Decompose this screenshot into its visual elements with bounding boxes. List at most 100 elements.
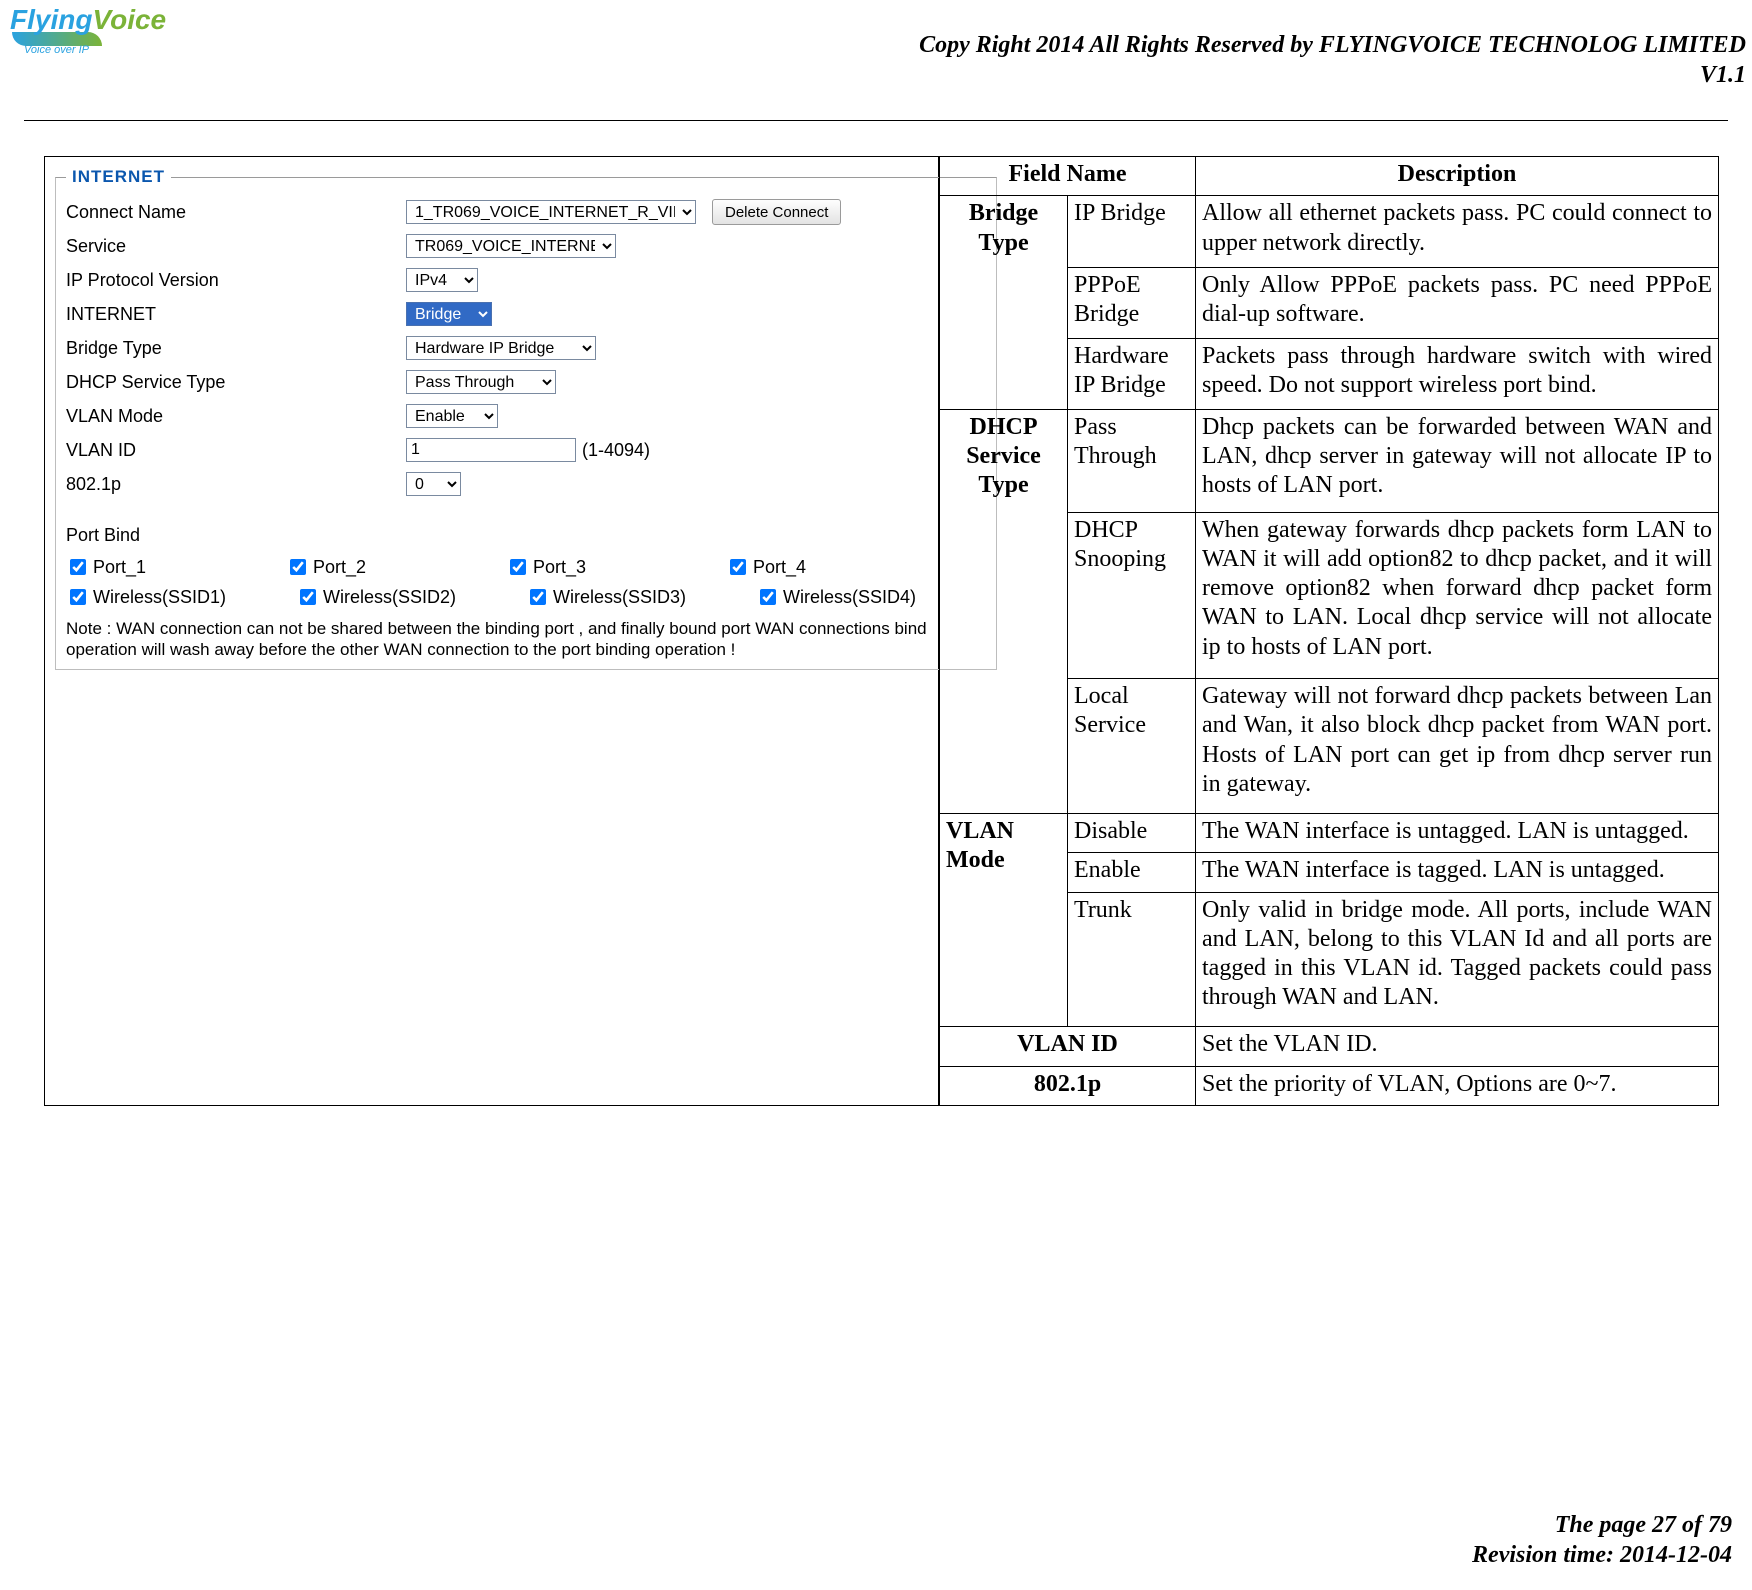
vlan-mode-select[interactable]: Enable (406, 404, 498, 428)
settings-screenshot: INTERNET Connect Name 1_TR069_VOICE_INTE… (44, 156, 939, 1106)
ip-version-select[interactable]: IPv4 (406, 268, 478, 292)
version-text: V1.1 (919, 60, 1746, 90)
document-page: FlyingVoice Voice over IP Copy Right 201… (0, 0, 1752, 1590)
cell-8021p-desc: Set the priority of VLAN, Options are 0~… (1196, 1066, 1719, 1105)
footer-revision: Revision time: 2014-12-04 (1472, 1542, 1732, 1568)
cell-snoop: DHCP Snooping (1068, 512, 1196, 678)
group-vlan-mode: VLAN Mode (940, 813, 1068, 1026)
table-row: VLAN ID Set the VLAN ID. (940, 1027, 1719, 1066)
delete-connect-button[interactable]: Delete Connect (712, 199, 841, 225)
label-8021p: 802.1p (66, 474, 406, 495)
connect-name-select[interactable]: 1_TR069_VOICE_INTERNET_R_VID_ (406, 200, 696, 224)
cell-enable-desc: The WAN interface is tagged. LAN is unta… (1196, 853, 1719, 892)
ssid-2-checkbox[interactable] (300, 589, 316, 605)
port-bind-section: Port Bind Port_1 Port_2 Port_3 (66, 525, 986, 661)
port-4-checkbox[interactable] (730, 559, 746, 575)
footer-page: The page 27 of 79 (1555, 1512, 1732, 1538)
row-vlan-id: VLAN ID (1-4094) (66, 433, 986, 467)
port-4-label: Port_4 (753, 557, 806, 578)
port-bind-row-2: Wireless(SSID1) Wireless(SSID2) Wireless… (66, 582, 986, 612)
port-1-checkbox[interactable] (70, 559, 86, 575)
table-row: VLAN Mode Disable The WAN interface is u… (940, 813, 1719, 852)
cell-disable: Disable (1068, 813, 1196, 852)
cell-vlanid-desc: Set the VLAN ID. (1196, 1027, 1719, 1066)
group-8021p: 802.1p (940, 1066, 1196, 1105)
cell-pass-desc: Dhcp packets can be forwarded between WA… (1196, 409, 1719, 512)
th-field: Field Name (940, 157, 1196, 196)
label-bridge-type: Bridge Type (66, 338, 406, 359)
description-table: Field Name Description Bridge Type IP Br… (939, 156, 1719, 1106)
table-row: DHCP Service Type Pass Through Dhcp pack… (940, 409, 1719, 512)
ssid-4-checkbox[interactable] (760, 589, 776, 605)
cell-pppoe-desc: Only Allow PPPoE packets pass. PC need P… (1196, 267, 1719, 338)
group-vlan-id: VLAN ID (940, 1027, 1196, 1066)
vlan-id-range: (1-4094) (582, 440, 650, 461)
cell-hwip-desc: Packets pass through hardware switch wit… (1196, 338, 1719, 409)
port-4: Port_4 (726, 556, 946, 578)
cell-ipbridge-desc: Allow all ethernet packets pass. PC coul… (1196, 196, 1719, 267)
service-select[interactable]: TR069_VOICE_INTERNET (406, 234, 616, 258)
ssid-2: Wireless(SSID2) (296, 586, 526, 608)
port-bind-row-1: Port_1 Port_2 Port_3 Port_4 (66, 552, 986, 582)
internet-fieldset: INTERNET Connect Name 1_TR069_VOICE_INTE… (55, 167, 997, 670)
ssid-1-checkbox[interactable] (70, 589, 86, 605)
header-right: Copy Right 2014 All Rights Reserved by F… (919, 30, 1746, 90)
port-2: Port_2 (286, 556, 506, 578)
cell-local-desc: Gateway will not forward dhcp packets be… (1196, 679, 1719, 814)
port-3: Port_3 (506, 556, 726, 578)
row-dhcp: DHCP Service Type Pass Through (66, 365, 986, 399)
cell-disable-desc: The WAN interface is untagged. LAN is un… (1196, 813, 1719, 852)
port-2-checkbox[interactable] (290, 559, 306, 575)
port-3-checkbox[interactable] (510, 559, 526, 575)
table-header-row: Field Name Description (940, 157, 1719, 196)
internet-legend: INTERNET (66, 167, 171, 187)
port-3-label: Port_3 (533, 557, 586, 578)
priority-8021p-select[interactable]: 0 (406, 472, 461, 496)
cell-pass: Pass Through (1068, 409, 1196, 512)
internet-mode-select[interactable]: Bridge (406, 302, 492, 326)
cell-snoop-desc: When gateway forwards dhcp packets form … (1196, 512, 1719, 678)
ssid-4-label: Wireless(SSID4) (783, 587, 916, 608)
cell-enable: Enable (1068, 853, 1196, 892)
row-vlan-mode: VLAN Mode Enable (66, 399, 986, 433)
label-dhcp: DHCP Service Type (66, 372, 406, 393)
group-bridge-type: Bridge Type (940, 196, 1068, 409)
row-8021p: 802.1p 0 (66, 467, 986, 501)
content-row: INTERNET Connect Name 1_TR069_VOICE_INTE… (44, 156, 1740, 1106)
bridge-type-select[interactable]: Hardware IP Bridge (406, 336, 596, 360)
cell-ipbridge: IP Bridge (1068, 196, 1196, 267)
ssid-1: Wireless(SSID1) (66, 586, 296, 608)
cell-trunk-desc: Only valid in bridge mode. All ports, in… (1196, 892, 1719, 1027)
port-2-label: Port_2 (313, 557, 366, 578)
cell-hwip: Hardware IP Bridge (1068, 338, 1196, 409)
brand-name-a: Flying (10, 4, 92, 35)
row-service: Service TR069_VOICE_INTERNET (66, 229, 986, 263)
label-service: Service (66, 236, 406, 257)
row-bridge-type: Bridge Type Hardware IP Bridge (66, 331, 986, 365)
label-ipver: IP Protocol Version (66, 270, 406, 291)
label-vlan-mode: VLAN Mode (66, 406, 406, 427)
row-connect: Connect Name 1_TR069_VOICE_INTERNET_R_VI… (66, 195, 986, 229)
ssid-1-label: Wireless(SSID1) (93, 587, 226, 608)
ssid-3-label: Wireless(SSID3) (553, 587, 686, 608)
vlan-id-input[interactable] (406, 438, 576, 462)
brand-name: FlyingVoice (10, 6, 130, 34)
th-desc: Description (1196, 157, 1719, 196)
cell-pppoe: PPPoE Bridge (1068, 267, 1196, 338)
header-rule (24, 120, 1728, 121)
port-bind-note: Note : WAN connection can not be shared … (66, 618, 986, 661)
label-internet: INTERNET (66, 304, 406, 325)
row-ipver: IP Protocol Version IPv4 (66, 263, 986, 297)
ssid-3-checkbox[interactable] (530, 589, 546, 605)
cell-trunk: Trunk (1068, 892, 1196, 1027)
ssid-3: Wireless(SSID3) (526, 586, 756, 608)
copyright-text: Copy Right 2014 All Rights Reserved by F… (919, 32, 1746, 58)
port-1-label: Port_1 (93, 557, 146, 578)
brand-tagline: Voice over IP (24, 44, 130, 56)
brand-logo: FlyingVoice Voice over IP (10, 6, 130, 56)
label-vlan-id: VLAN ID (66, 440, 406, 461)
dhcp-service-select[interactable]: Pass Through (406, 370, 556, 394)
page-footer: The page 27 of 79 Revision time: 2014-12… (1472, 1510, 1732, 1570)
ssid-2-label: Wireless(SSID2) (323, 587, 456, 608)
cell-local: Local Service (1068, 679, 1196, 814)
